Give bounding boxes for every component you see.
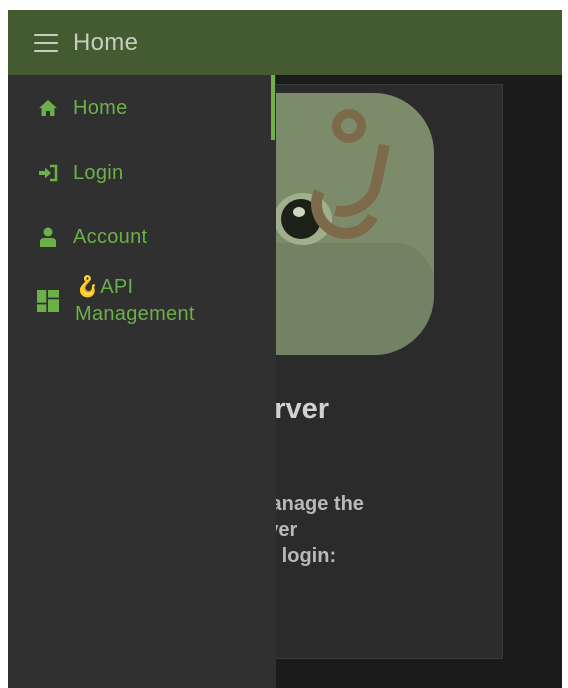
dashboard-icon bbox=[37, 290, 59, 312]
navigation-drawer: Home Login Account 🪝API Management bbox=[8, 75, 276, 688]
content-card: Api Server u manage the Server time logi… bbox=[184, 84, 503, 659]
hook-icon bbox=[332, 109, 366, 143]
app-window: Api Server u manage the Server time logi… bbox=[8, 10, 562, 688]
top-app-bar: Home bbox=[8, 10, 562, 75]
nav-item-home[interactable]: Home bbox=[8, 95, 271, 121]
nav-item-account[interactable]: Account bbox=[8, 224, 271, 250]
menu-icon[interactable] bbox=[34, 33, 58, 52]
drawer-active-indicator bbox=[271, 75, 275, 140]
page-title: Home bbox=[73, 28, 139, 56]
nav-item-label: 🪝API Management bbox=[75, 276, 195, 325]
nav-item-api-management[interactable]: 🪝API Management bbox=[8, 273, 271, 329]
nav-item-label: Home bbox=[73, 96, 128, 119]
account-icon bbox=[37, 226, 59, 248]
home-icon bbox=[37, 97, 59, 119]
login-icon bbox=[37, 162, 59, 184]
nav-item-label: Account bbox=[73, 225, 148, 248]
nav-item-label: Login bbox=[73, 161, 124, 184]
nav-item-login[interactable]: Login bbox=[8, 160, 271, 186]
